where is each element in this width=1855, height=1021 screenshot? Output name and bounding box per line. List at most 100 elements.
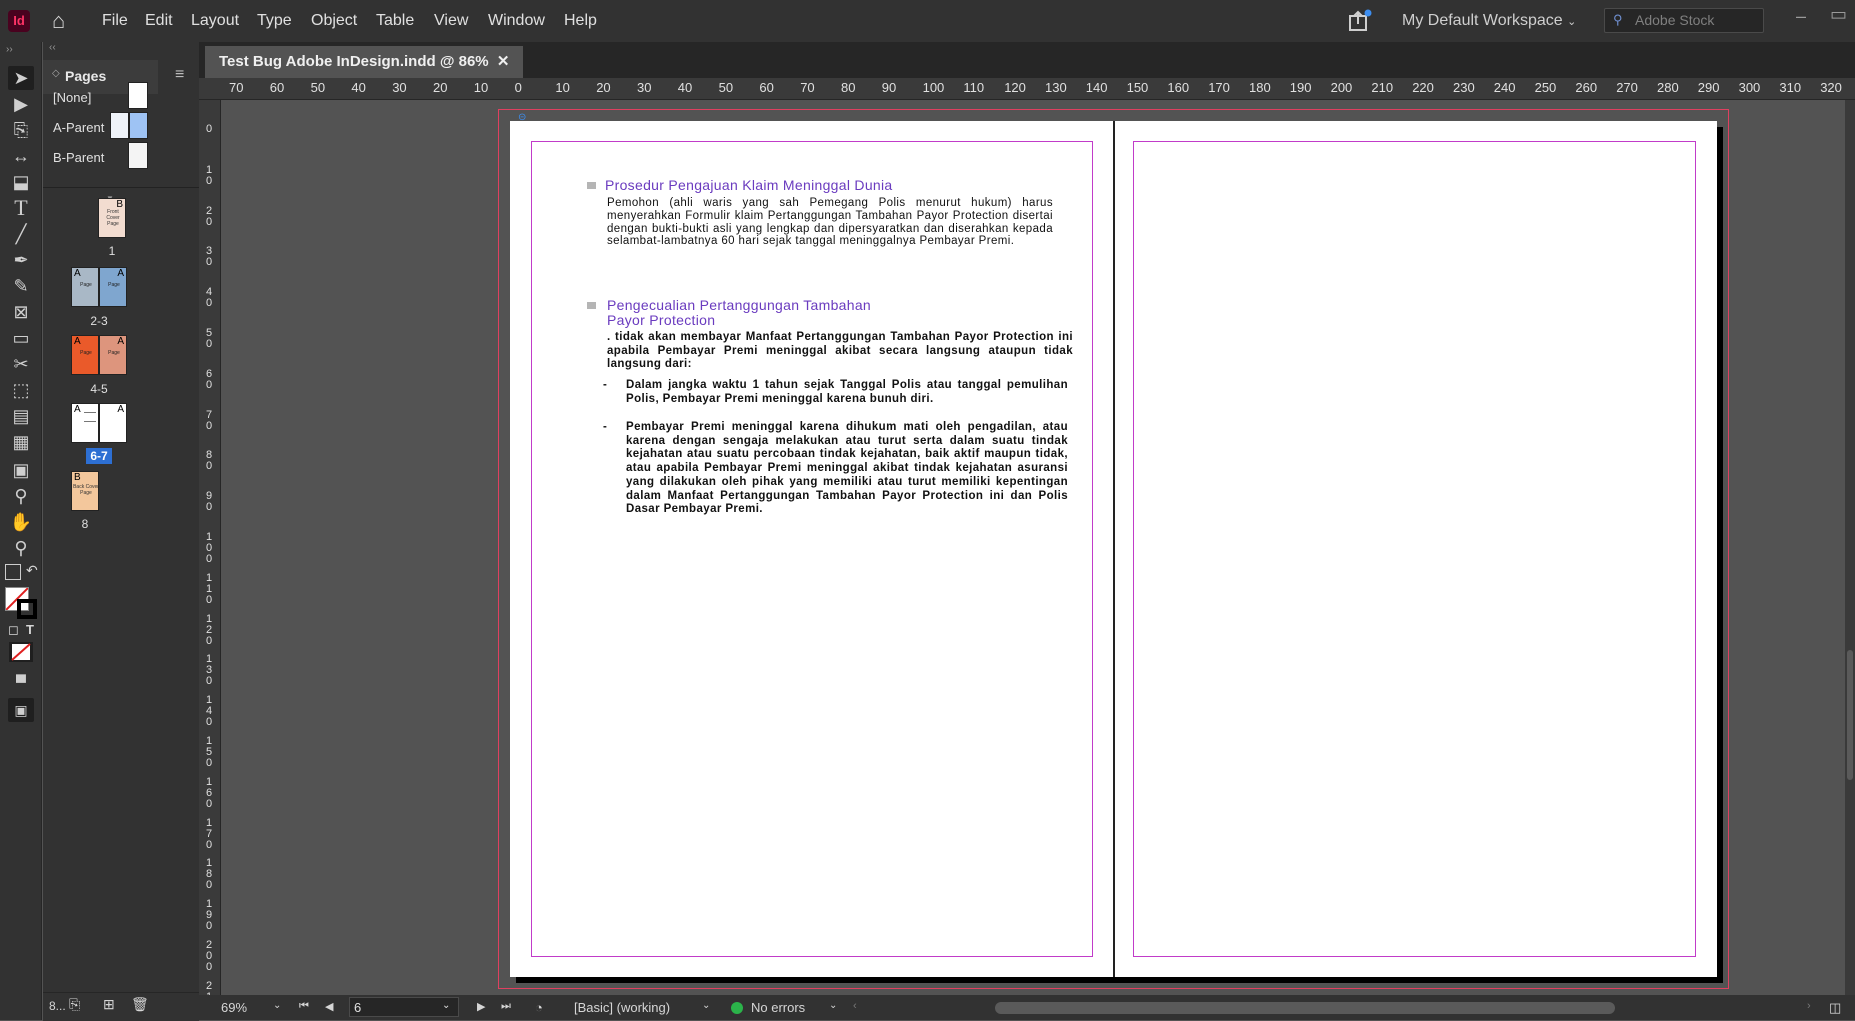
page-thumb[interactable]: A	[99, 403, 127, 443]
adobe-stock-search[interactable]: ⚲ Adobe Stock	[1604, 8, 1764, 33]
selection-tool-icon[interactable]: ➤	[8, 66, 34, 90]
page-spread[interactable]: Prosedur Pengajuan Klaim Meninggal Dunia…	[510, 121, 1717, 977]
page-number-label[interactable]: 6-7	[71, 448, 127, 464]
workspace-switcher[interactable]: My Default Workspace ⌄	[1402, 0, 1576, 42]
content-collector-icon[interactable]: ⬓	[8, 170, 34, 194]
note-tool-icon[interactable]: ▣	[8, 458, 34, 482]
page-thumb[interactable]: A Page	[99, 335, 127, 375]
horizontal-scroll-thumb[interactable]	[995, 1002, 1615, 1014]
line-tool-icon[interactable]: ╱	[8, 222, 34, 246]
chevron-down-icon[interactable]: ⌄	[829, 1000, 837, 1011]
page-number-field[interactable]: 6 ⌄	[349, 997, 459, 1017]
formatting-container-icon[interactable]: ◻	[8, 622, 19, 638]
pen-tool-icon[interactable]: ✒	[8, 248, 34, 272]
page-number-label[interactable]: 4-5	[71, 382, 127, 396]
view-mode-icon[interactable]: ▀	[8, 670, 34, 694]
panel-menu-icon[interactable]: ≡	[175, 66, 184, 84]
page-tool-icon[interactable]: ⎘	[8, 118, 34, 142]
apply-none-icon[interactable]	[9, 642, 33, 662]
page-thumb[interactable]: A Page	[99, 267, 127, 307]
screen-mode-icon[interactable]: ▣	[8, 698, 34, 722]
parent-b-thumb[interactable]	[128, 142, 148, 169]
vertical-scroll-thumb[interactable]	[1847, 650, 1853, 780]
hand-tool-icon[interactable]: ✋	[8, 510, 34, 534]
collapse-panel-icon[interactable]: ››	[6, 44, 13, 55]
page-number-label[interactable]: 1	[98, 244, 126, 258]
gradient-feather-tool-icon[interactable]: ▦	[8, 430, 34, 454]
formatting-text-icon[interactable]: T	[26, 622, 34, 637]
gap-tool-icon[interactable]: ↔	[8, 144, 34, 168]
section-heading[interactable]: Pengecualian Pertanggungan Tambahan	[607, 297, 871, 313]
parent-a-thumb-right[interactable]	[129, 112, 148, 139]
page-thumb[interactable]: A Page	[71, 335, 99, 375]
parent-b-label[interactable]: B-Parent	[53, 150, 104, 165]
minimize-icon[interactable]: –	[1796, 6, 1806, 27]
chevron-down-icon[interactable]: ⌄	[442, 1000, 450, 1011]
close-icon[interactable]: ✕	[497, 53, 510, 70]
page-thumb[interactable]: B Back Cover Page	[71, 471, 99, 511]
horizontal-ruler[interactable]: 70 60 50 40 30 20 10 0 10 20 30 40 50 60 70 80 90 100 110 1…	[199, 78, 1855, 100]
page-thumb[interactable]: B Front Cover Page	[98, 198, 126, 238]
menu-help[interactable]: Help	[564, 0, 597, 42]
share-icon[interactable]	[1347, 9, 1373, 33]
selected-page-label[interactable]: 6-7	[86, 448, 112, 464]
maximize-icon[interactable]: ▭	[1830, 4, 1847, 25]
last-page-icon[interactable]: ⏭	[501, 1000, 511, 1013]
direct-selection-tool-icon[interactable]: ▶	[8, 92, 34, 116]
split-window-icon[interactable]: ◫	[1829, 1000, 1841, 1016]
type-tool-icon[interactable]: T	[8, 196, 34, 220]
stroke-swatch-icon[interactable]	[17, 599, 37, 619]
zoom-tool-icon[interactable]: ⚲	[8, 536, 34, 560]
document-tab[interactable]: Test Bug Adobe InDesign.indd @ 86% ✕	[205, 46, 524, 78]
body-paragraph[interactable]: . tidak akan membayar Manfaat Pertanggun…	[607, 331, 1073, 372]
home-icon[interactable]: ⌂	[52, 9, 76, 33]
pencil-tool-icon[interactable]: ✎	[8, 274, 34, 298]
page-number-label[interactable]: 2-3	[71, 314, 127, 328]
collapse-panel-icon[interactable]: ‹‹	[49, 42, 56, 53]
vertical-scrollbar[interactable]	[1845, 100, 1855, 995]
preflight-status-label[interactable]: No errors	[751, 1000, 805, 1015]
page-number-label[interactable]: 8	[71, 517, 99, 531]
default-fill-stroke-icon[interactable]	[5, 564, 21, 580]
open-page-icon[interactable]: ◔	[535, 1000, 543, 1015]
menu-table[interactable]: Table	[376, 0, 414, 42]
page-thumb[interactable]: A Page	[71, 267, 99, 307]
scroll-left-icon[interactable]: ‹	[853, 1000, 857, 1012]
ruler-tick-label: 200	[1330, 80, 1353, 95]
chevron-down-icon[interactable]: ⌄	[273, 1000, 281, 1011]
delete-page-icon[interactable]: 🗑	[131, 996, 149, 1013]
page-thumb[interactable]: A	[71, 403, 99, 443]
list-item[interactable]: Dalam jangka waktu 1 tahun sejak Tanggal…	[626, 379, 1068, 406]
menu-type[interactable]: Type	[257, 0, 292, 42]
rectangle-frame-tool-icon[interactable]: ⊠	[8, 300, 34, 324]
scroll-right-icon[interactable]: ›	[1807, 1000, 1811, 1012]
menu-file[interactable]: File	[102, 0, 128, 42]
menu-window[interactable]: Window	[488, 0, 545, 42]
list-item[interactable]: Pembayar Premi meninggal karena dihukum …	[626, 421, 1068, 517]
section-heading[interactable]: Prosedur Pengajuan Klaim Meninggal Dunia	[605, 177, 893, 193]
first-page-icon[interactable]: ⏮	[299, 1000, 309, 1013]
parent-a-thumb-left[interactable]	[110, 112, 129, 139]
vertical-ruler[interactable]: 0 10 20 30 40 50 60 70 80 90 100 110 120 130 140 150 160…	[199, 100, 221, 1013]
zoom-level[interactable]: 69%	[221, 1000, 247, 1015]
section-heading-continued[interactable]: Payor Protection	[607, 312, 715, 328]
menu-layout[interactable]: Layout	[191, 0, 239, 42]
eyedropper-tool-icon[interactable]: ⚲	[8, 484, 34, 508]
edit-page-size-icon[interactable]: ⎘	[69, 996, 80, 1013]
next-page-icon[interactable]: ▶	[477, 1000, 485, 1013]
menu-edit[interactable]: Edit	[145, 0, 173, 42]
new-page-icon[interactable]: ⊞	[103, 996, 115, 1013]
parent-none-label[interactable]: [None]	[53, 90, 91, 105]
swap-fill-stroke-icon[interactable]: ↶	[26, 562, 38, 579]
parent-a-label[interactable]: A-Parent	[53, 120, 104, 135]
free-transform-tool-icon[interactable]: ⬚	[8, 378, 34, 402]
menu-view[interactable]: View	[434, 0, 468, 42]
scissors-tool-icon[interactable]: ✂	[8, 352, 34, 376]
gradient-swatch-tool-icon[interactable]: ▤	[8, 404, 34, 428]
menu-object[interactable]: Object	[311, 0, 357, 42]
body-paragraph[interactable]: Pemohon (ahli waris yang sah Pemegang Po…	[607, 197, 1053, 248]
parent-none-thumb[interactable]	[128, 82, 148, 109]
chevron-down-icon[interactable]: ⌄	[702, 1000, 710, 1011]
rectangle-tool-icon[interactable]: ▭	[8, 326, 34, 350]
previous-page-icon[interactable]: ◀	[325, 1000, 333, 1013]
